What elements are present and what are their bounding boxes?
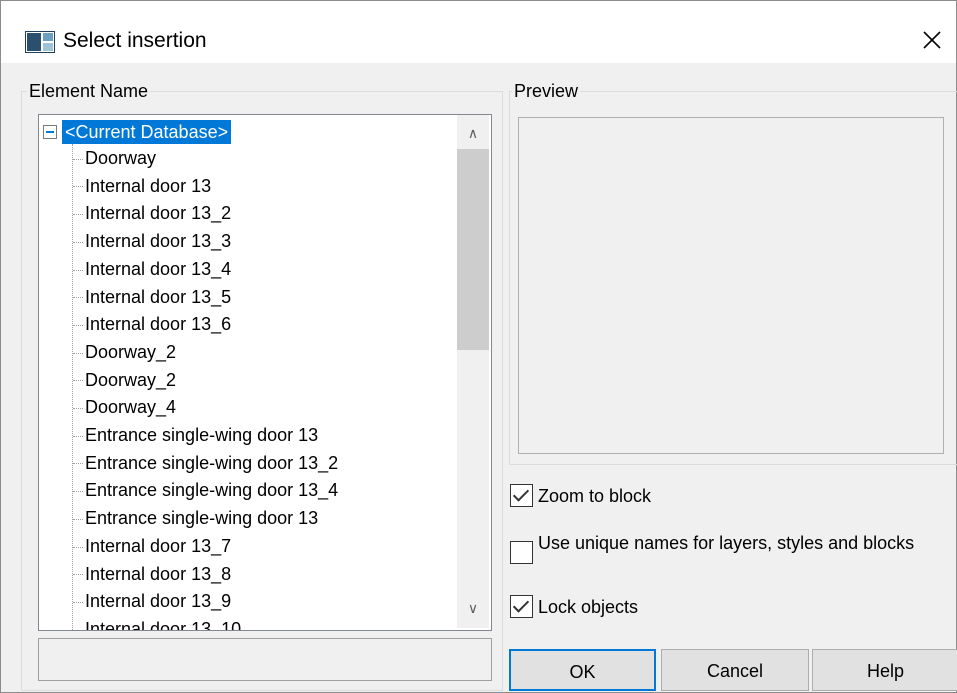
- tree-item[interactable]: Entrance single-wing door 13_4: [73, 477, 338, 503]
- tree-item-label: Entrance single-wing door 13_2: [85, 452, 339, 473]
- tree-branch-line: [73, 463, 83, 465]
- tree-branch-line: [73, 297, 83, 299]
- element-name-label: Element Name: [27, 81, 151, 102]
- tree-item[interactable]: Internal door 13_10: [73, 616, 242, 631]
- tree-item[interactable]: Doorway_4: [73, 394, 176, 420]
- tree-item-label: Entrance single-wing door 13: [85, 425, 319, 445]
- tree-item[interactable]: Doorway_2: [73, 339, 176, 365]
- tree-item-label: Internal door 13_6: [85, 314, 232, 335]
- tree-item[interactable]: Entrance single-wing door 13_2: [73, 450, 338, 476]
- tree-item[interactable]: Doorway: [73, 145, 156, 171]
- tree-item-label: Internal door 13_7: [85, 535, 232, 556]
- dialog-window: Select insertion Element Name <Current D…: [0, 0, 957, 693]
- tree-item-label: Entrance single-wing door 13: [85, 508, 319, 529]
- tree-item-label: Internal door 13_10: [85, 618, 242, 631]
- app-icon: [25, 31, 55, 53]
- title-bar: Select insertion: [1, 1, 956, 63]
- preview-area: [518, 117, 944, 454]
- tree-item-label: Internal door 13_8: [85, 563, 232, 584]
- unique-names-label: Use unique names for layers, styles and …: [538, 533, 915, 553]
- window-title: Select insertion: [63, 29, 207, 52]
- tree-item[interactable]: Internal door 13_9: [73, 588, 231, 614]
- element-tree[interactable]: <Current Database> Doorway Internal door …: [38, 114, 492, 631]
- tree-item-label: Internal door 13_5: [85, 286, 232, 307]
- zoom-to-block-label: Zoom to block: [538, 486, 652, 506]
- tree-item-label: Internal door 13_3: [85, 231, 232, 252]
- tree-root-current-database[interactable]: <Current Database>: [62, 120, 232, 144]
- tree-item-label: Internal door 13_4: [85, 258, 232, 279]
- tree-item-label: Doorway_2: [85, 341, 177, 362]
- scroll-up-icon[interactable]: ∧: [457, 119, 489, 147]
- tree-branch-line: [73, 601, 83, 603]
- tree-branch-line: [73, 241, 83, 243]
- ok-button[interactable]: OK: [509, 649, 656, 691]
- tree-item[interactable]: Doorway_2: [73, 367, 176, 393]
- tree-item-label: Entrance single-wing door 13_4: [85, 480, 339, 501]
- tree-branch-line: [73, 574, 83, 576]
- scroll-down-icon[interactable]: ∨: [457, 594, 489, 622]
- element-status-field: [38, 638, 492, 681]
- tree-item[interactable]: Internal door 13_5: [73, 284, 231, 310]
- tree-item[interactable]: Internal door 13_7: [73, 533, 231, 559]
- cancel-button[interactable]: Cancel: [661, 649, 809, 691]
- tree-item[interactable]: Internal door 13_2: [73, 200, 231, 226]
- tree-item[interactable]: Entrance single-wing door 13: [73, 422, 318, 448]
- tree-branch-line: [73, 352, 83, 354]
- tree-item[interactable]: Entrance single-wing door 13: [73, 505, 318, 531]
- help-button[interactable]: Help: [812, 649, 957, 691]
- tree-branch-line: [73, 546, 83, 548]
- zoom-to-block-checkbox[interactable]: [510, 484, 533, 507]
- scroll-thumb[interactable]: [457, 149, 489, 350]
- tree-branch-line: [73, 324, 83, 326]
- tree-scrollbar[interactable]: ∧ ∨: [457, 115, 489, 628]
- tree-item-label: Doorway_2: [85, 369, 177, 390]
- tree-item[interactable]: Internal door 13_8: [73, 561, 231, 587]
- collapse-icon[interactable]: [43, 125, 57, 139]
- unique-names-checkbox[interactable]: [510, 541, 533, 564]
- tree-item-label: Internal door 13_2: [85, 203, 232, 224]
- tree-item-label: Doorway_4: [85, 397, 177, 418]
- tree-item[interactable]: Internal door 13: [73, 173, 211, 199]
- tree-branch-line: [73, 408, 83, 410]
- close-icon[interactable]: [917, 25, 947, 55]
- tree-branch-line: [73, 186, 83, 188]
- tree-item[interactable]: Internal door 13_6: [73, 311, 231, 337]
- tree-branch-line: [73, 629, 83, 630]
- tree-item[interactable]: Internal door 13_4: [73, 256, 231, 282]
- tree-branch-line: [73, 158, 83, 160]
- lock-objects-label: Lock objects: [538, 597, 639, 617]
- tree-item-label: Internal door 13_9: [85, 591, 232, 612]
- tree-branch-line: [73, 435, 83, 437]
- tree-branch-line: [73, 491, 83, 493]
- preview-label: Preview: [512, 81, 581, 102]
- tree-branch-line: [73, 380, 83, 382]
- tree-item[interactable]: Internal door 13_3: [73, 228, 231, 254]
- tree-branch-line: [73, 214, 83, 216]
- tree-branch-line: [73, 269, 83, 271]
- tree-item-label: Internal door 13: [85, 175, 212, 196]
- lock-objects-checkbox[interactable]: [510, 595, 533, 618]
- tree-branch-line: [73, 518, 83, 520]
- tree-item-label: Doorway: [85, 148, 157, 168]
